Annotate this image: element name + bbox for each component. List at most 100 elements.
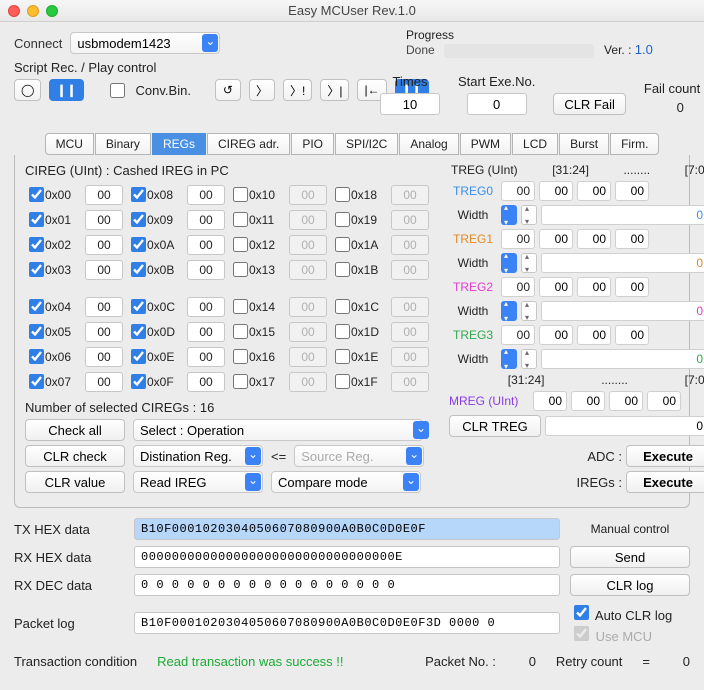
treg2-b3[interactable]: [501, 277, 535, 297]
cireg-val-0x07[interactable]: [85, 372, 123, 392]
treg0-value[interactable]: [541, 205, 704, 225]
treg2-b1[interactable]: [577, 277, 611, 297]
tab-mcu[interactable]: MCU: [45, 133, 94, 155]
cireg-check-0x19[interactable]: [335, 212, 350, 227]
value-stepper-3[interactable]: [521, 349, 537, 369]
mreg-b1[interactable]: [609, 391, 643, 411]
clr-check-button[interactable]: CLR check: [25, 445, 125, 467]
treg0-b3[interactable]: [501, 181, 535, 201]
step-end-button[interactable]: 〉|: [320, 79, 349, 101]
read-ireg-select[interactable]: Read IREG: [133, 471, 263, 493]
treg2-b2[interactable]: [539, 277, 573, 297]
tx-hex-input[interactable]: [134, 518, 560, 540]
mreg-b3[interactable]: [533, 391, 567, 411]
mreg-b2[interactable]: [571, 391, 605, 411]
cireg-check-0x07[interactable]: [29, 374, 44, 389]
cireg-check-0x0A[interactable]: [131, 237, 146, 252]
select-operation[interactable]: Select : Operation: [133, 419, 431, 441]
times-input[interactable]: [380, 93, 440, 115]
cireg-check-0x12[interactable]: [233, 237, 248, 252]
cireg-check-0x10[interactable]: [233, 187, 248, 202]
cireg-check-0x15[interactable]: [233, 324, 248, 339]
cireg-val-0x0B[interactable]: [187, 260, 225, 280]
cireg-check-0x14[interactable]: [233, 299, 248, 314]
iregs-execute-button[interactable]: Execute: [626, 471, 704, 493]
auto-clr-log-checkbox[interactable]: [574, 605, 589, 620]
treg1-b2[interactable]: [539, 229, 573, 249]
value-stepper-1[interactable]: [521, 253, 537, 273]
zoom-icon[interactable]: [46, 5, 58, 17]
adc-execute-button[interactable]: Execute: [626, 445, 704, 467]
value-stepper-2[interactable]: [521, 301, 537, 321]
tab-spi-i2c[interactable]: SPI/I2C: [335, 133, 398, 155]
treg2-value[interactable]: [541, 301, 704, 321]
tab-regs[interactable]: REGs: [152, 133, 206, 155]
cireg-check-0x0C[interactable]: [131, 299, 146, 314]
cireg-val-0x0D[interactable]: [187, 322, 225, 342]
cireg-val-0x05[interactable]: [85, 322, 123, 342]
treg3-b0[interactable]: [615, 325, 649, 345]
dest-reg-select[interactable]: Distination Reg.: [133, 445, 263, 467]
tab-pio[interactable]: PIO: [291, 133, 334, 155]
cireg-check-0x11[interactable]: [233, 212, 248, 227]
treg0-b2[interactable]: [539, 181, 573, 201]
treg1-value[interactable]: [541, 253, 704, 273]
cireg-check-0x1E[interactable]: [335, 349, 350, 364]
cireg-check-0x1C[interactable]: [335, 299, 350, 314]
cireg-check-0x08[interactable]: [131, 187, 146, 202]
check-all-button[interactable]: Check all: [25, 419, 125, 441]
cireg-check-0x1D[interactable]: [335, 324, 350, 339]
cireg-check-0x0B[interactable]: [131, 262, 146, 277]
cireg-val-0x01[interactable]: [85, 210, 123, 230]
treg3-b1[interactable]: [577, 325, 611, 345]
cireg-check-0x04[interactable]: [29, 299, 44, 314]
connect-port-select[interactable]: usbmodem1423: [70, 32, 220, 54]
tab-cireg-adr-[interactable]: CIREG adr.: [207, 133, 290, 155]
cireg-check-0x01[interactable]: [29, 212, 44, 227]
minimize-icon[interactable]: [27, 5, 39, 17]
cireg-val-0x0A[interactable]: [187, 235, 225, 255]
tab-analog[interactable]: Analog: [399, 133, 458, 155]
width-stepper-0[interactable]: [501, 205, 517, 225]
cireg-check-0x17[interactable]: [233, 374, 248, 389]
convbin-checkbox[interactable]: [110, 83, 125, 98]
mreg-b0[interactable]: [647, 391, 681, 411]
cireg-check-0x1A[interactable]: [335, 237, 350, 252]
treg1-b0[interactable]: [615, 229, 649, 249]
rx-hex-input[interactable]: [134, 546, 560, 568]
cireg-check-0x06[interactable]: [29, 349, 44, 364]
cireg-check-0x18[interactable]: [335, 187, 350, 202]
pause-button-1[interactable]: ❙❙: [49, 79, 83, 101]
cireg-val-0x0F[interactable]: [187, 372, 225, 392]
cireg-val-0x02[interactable]: [85, 235, 123, 255]
cireg-check-0x02[interactable]: [29, 237, 44, 252]
tab-binary[interactable]: Binary: [95, 133, 151, 155]
value-stepper-0[interactable]: [521, 205, 537, 225]
cireg-check-0x03[interactable]: [29, 262, 44, 277]
clr-fail-button[interactable]: CLR Fail: [553, 93, 626, 115]
treg0-b1[interactable]: [577, 181, 611, 201]
cireg-val-0x00[interactable]: [85, 185, 123, 205]
treg3-value[interactable]: [541, 349, 704, 369]
cireg-val-0x08[interactable]: [187, 185, 225, 205]
tab-pwm[interactable]: PWM: [460, 133, 511, 155]
step-button[interactable]: 〉: [249, 79, 275, 101]
treg2-b0[interactable]: [615, 277, 649, 297]
step-bang-button[interactable]: 〉!: [283, 79, 312, 101]
tab-firm-[interactable]: Firm.: [610, 133, 659, 155]
width-stepper-3[interactable]: [501, 349, 517, 369]
treg3-b3[interactable]: [501, 325, 535, 345]
treg1-b3[interactable]: [501, 229, 535, 249]
cireg-check-0x0F[interactable]: [131, 374, 146, 389]
cireg-val-0x03[interactable]: [85, 260, 123, 280]
cireg-check-0x16[interactable]: [233, 349, 248, 364]
treg0-b0[interactable]: [615, 181, 649, 201]
cireg-check-0x09[interactable]: [131, 212, 146, 227]
tab-lcd[interactable]: LCD: [512, 133, 558, 155]
cireg-val-0x04[interactable]: [85, 297, 123, 317]
clr-log-button[interactable]: CLR log: [570, 574, 690, 596]
send-button[interactable]: Send: [570, 546, 690, 568]
clr-value-button[interactable]: CLR value: [25, 471, 125, 493]
cireg-check-0x1F[interactable]: [335, 374, 350, 389]
startno-input[interactable]: [467, 93, 527, 115]
